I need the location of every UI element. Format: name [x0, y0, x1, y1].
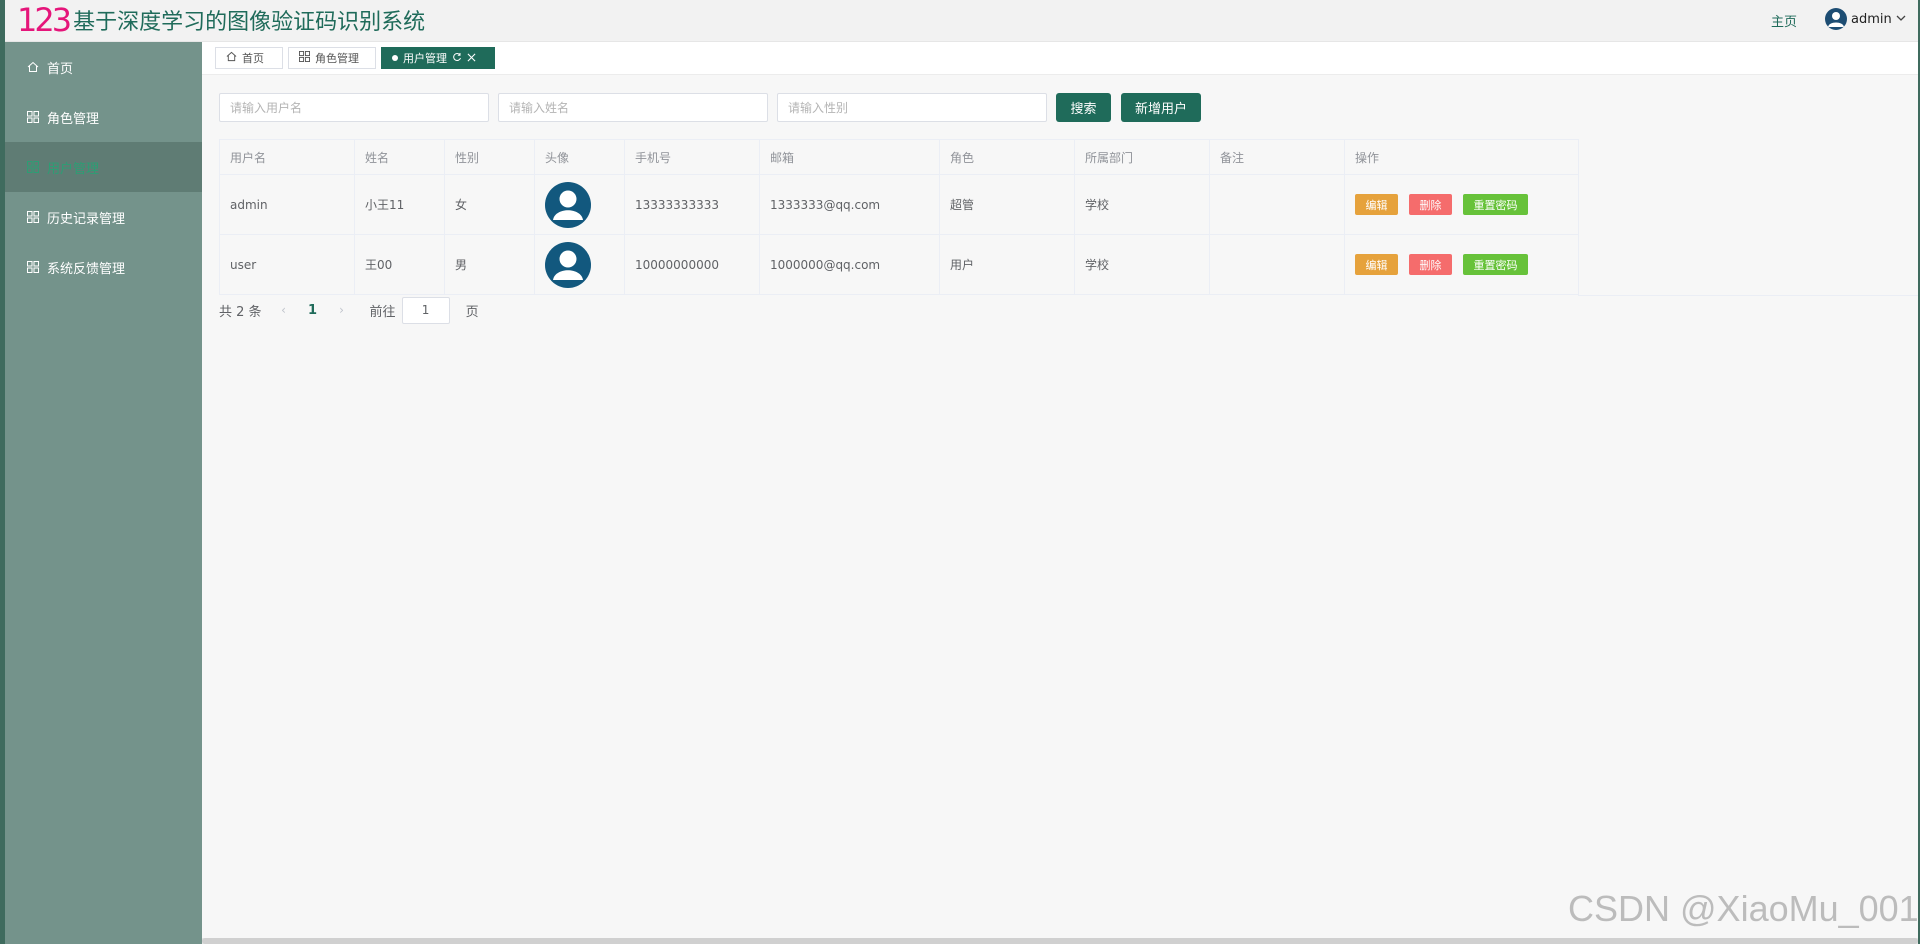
- cell-role: 用户: [939, 234, 1075, 295]
- sidebar-item-history[interactable]: 历史记录管理: [5, 192, 202, 242]
- goto-page-input[interactable]: [401, 296, 450, 324]
- tab-label: 用户管理: [403, 52, 447, 65]
- cell-remark: [1209, 174, 1345, 235]
- reset-password-button[interactable]: 重置密码: [1463, 254, 1528, 275]
- grid-icon: [299, 51, 310, 65]
- column-header-actions[interactable]: 操作: [1344, 139, 1579, 175]
- column-header-avatar[interactable]: 头像: [534, 139, 625, 175]
- sidebar-item-label: 历史记录管理: [47, 211, 126, 227]
- avatar: [545, 181, 591, 228]
- user-name: admin: [1851, 11, 1892, 27]
- gender-search-input[interactable]: [777, 93, 1047, 122]
- sidebar-item-label: 系统反馈管理: [47, 261, 126, 277]
- cell-avatar: [534, 234, 625, 295]
- cell-department: 学校: [1074, 174, 1210, 235]
- cell-username: admin: [219, 174, 355, 235]
- username-search-input[interactable]: [219, 93, 489, 122]
- cell-gender: 男: [444, 234, 535, 295]
- tab-users[interactable]: 用户管理: [381, 47, 495, 69]
- add-user-button[interactable]: 新增用户: [1121, 93, 1201, 122]
- tab-roles[interactable]: 角色管理: [288, 47, 376, 69]
- grid-icon: [27, 111, 39, 123]
- active-dot-icon: [392, 55, 398, 61]
- cell-department: 学校: [1074, 234, 1210, 295]
- refresh-icon[interactable]: [452, 52, 462, 65]
- cell-phone: 13333333333: [624, 174, 760, 235]
- logo: 123 基于深度学习的图像验证码识别系统: [17, 3, 425, 37]
- home-link[interactable]: 主页: [1771, 11, 1797, 30]
- cell-actions: 编辑 删除 重置密码: [1344, 174, 1579, 235]
- column-header-gender[interactable]: 性别: [444, 139, 535, 175]
- grid-icon: [27, 211, 39, 223]
- close-icon[interactable]: [467, 52, 476, 65]
- cell-remark: [1209, 234, 1345, 295]
- cell-avatar: [534, 174, 625, 235]
- page-suffix: 页: [465, 304, 479, 320]
- home-icon: [27, 61, 39, 73]
- prev-page-icon[interactable]: ‹: [270, 303, 298, 317]
- sidebar: 首页 角色管理 用户管理 历史记录管理 系统反馈管理: [5, 42, 202, 944]
- cell-phone: 10000000000: [624, 234, 760, 295]
- column-header-name[interactable]: 姓名: [354, 139, 445, 175]
- logo-mark: 123: [17, 1, 72, 39]
- table-row[interactable]: user 王00 男 10000000000 1000000@qq.com 用户…: [219, 234, 1579, 295]
- cell-role: 超管: [939, 174, 1075, 235]
- reset-password-button[interactable]: 重置密码: [1463, 194, 1528, 215]
- cell-email: 1333333@qq.com: [759, 174, 940, 235]
- app-title: 基于深度学习的图像验证码识别系统: [73, 10, 426, 35]
- tab-home[interactable]: 首页: [215, 47, 283, 69]
- page-number[interactable]: 1: [298, 303, 328, 318]
- user-menu[interactable]: admin: [1825, 8, 1906, 30]
- avatar: [545, 241, 591, 288]
- name-search-input[interactable]: [498, 93, 768, 122]
- cell-name: 王00: [354, 234, 445, 295]
- tab-label: 首页: [242, 52, 264, 65]
- column-header-department[interactable]: 所属部门: [1074, 139, 1210, 175]
- goto-label: 前往: [369, 304, 396, 320]
- tabs-bar: 首页 角色管理 用户管理: [202, 42, 1918, 75]
- horizontal-scrollbar[interactable]: [202, 938, 1918, 944]
- column-header-username[interactable]: 用户名: [219, 139, 355, 175]
- pagination: 共 2 条 ‹ 1 › 前往 页: [219, 296, 479, 324]
- cell-email: 1000000@qq.com: [759, 234, 940, 295]
- column-header-email[interactable]: 邮箱: [759, 139, 940, 175]
- cell-name: 小王11: [354, 174, 445, 235]
- edit-button[interactable]: 编辑: [1355, 194, 1398, 215]
- chevron-down-icon: [1896, 13, 1906, 26]
- column-header-role[interactable]: 角色: [939, 139, 1075, 175]
- delete-button[interactable]: 删除: [1409, 254, 1452, 275]
- sidebar-item-label: 用户管理: [47, 161, 100, 177]
- sidebar-item-label: 首页: [47, 61, 74, 77]
- sidebar-item-users[interactable]: 用户管理: [5, 142, 202, 192]
- grid-icon: [27, 261, 39, 273]
- delete-button[interactable]: 删除: [1409, 194, 1452, 215]
- sidebar-item-home[interactable]: 首页: [5, 42, 202, 92]
- next-page-icon[interactable]: ›: [328, 303, 356, 317]
- total-count: 共 2 条: [219, 304, 262, 320]
- sidebar-item-roles[interactable]: 角色管理: [5, 92, 202, 142]
- column-header-phone[interactable]: 手机号: [624, 139, 760, 175]
- edit-button[interactable]: 编辑: [1355, 254, 1398, 275]
- user-table: 用户名 姓名 性别 头像 手机号 邮箱 角色 所属部门 备注 操作 admin …: [219, 139, 1918, 295]
- user-avatar-icon: [1825, 8, 1847, 30]
- home-icon: [226, 51, 237, 65]
- top-header: 123 基于深度学习的图像验证码识别系统 主页 admin: [5, 0, 1918, 42]
- grid-icon: [27, 161, 39, 173]
- cell-username: user: [219, 234, 355, 295]
- tab-label: 角色管理: [315, 52, 359, 65]
- scrollbar-thumb[interactable]: [202, 938, 1918, 944]
- watermark: CSDN @XiaoMu_001: [1568, 888, 1919, 929]
- cell-actions: 编辑 删除 重置密码: [1344, 234, 1579, 295]
- sidebar-item-label: 角色管理: [47, 111, 100, 127]
- sidebar-item-feedback[interactable]: 系统反馈管理: [5, 242, 202, 292]
- column-header-remark[interactable]: 备注: [1209, 139, 1345, 175]
- table-row[interactable]: admin 小王11 女 13333333333 1333333@qq.com …: [219, 174, 1579, 235]
- cell-gender: 女: [444, 174, 535, 235]
- search-button[interactable]: 搜索: [1056, 93, 1111, 122]
